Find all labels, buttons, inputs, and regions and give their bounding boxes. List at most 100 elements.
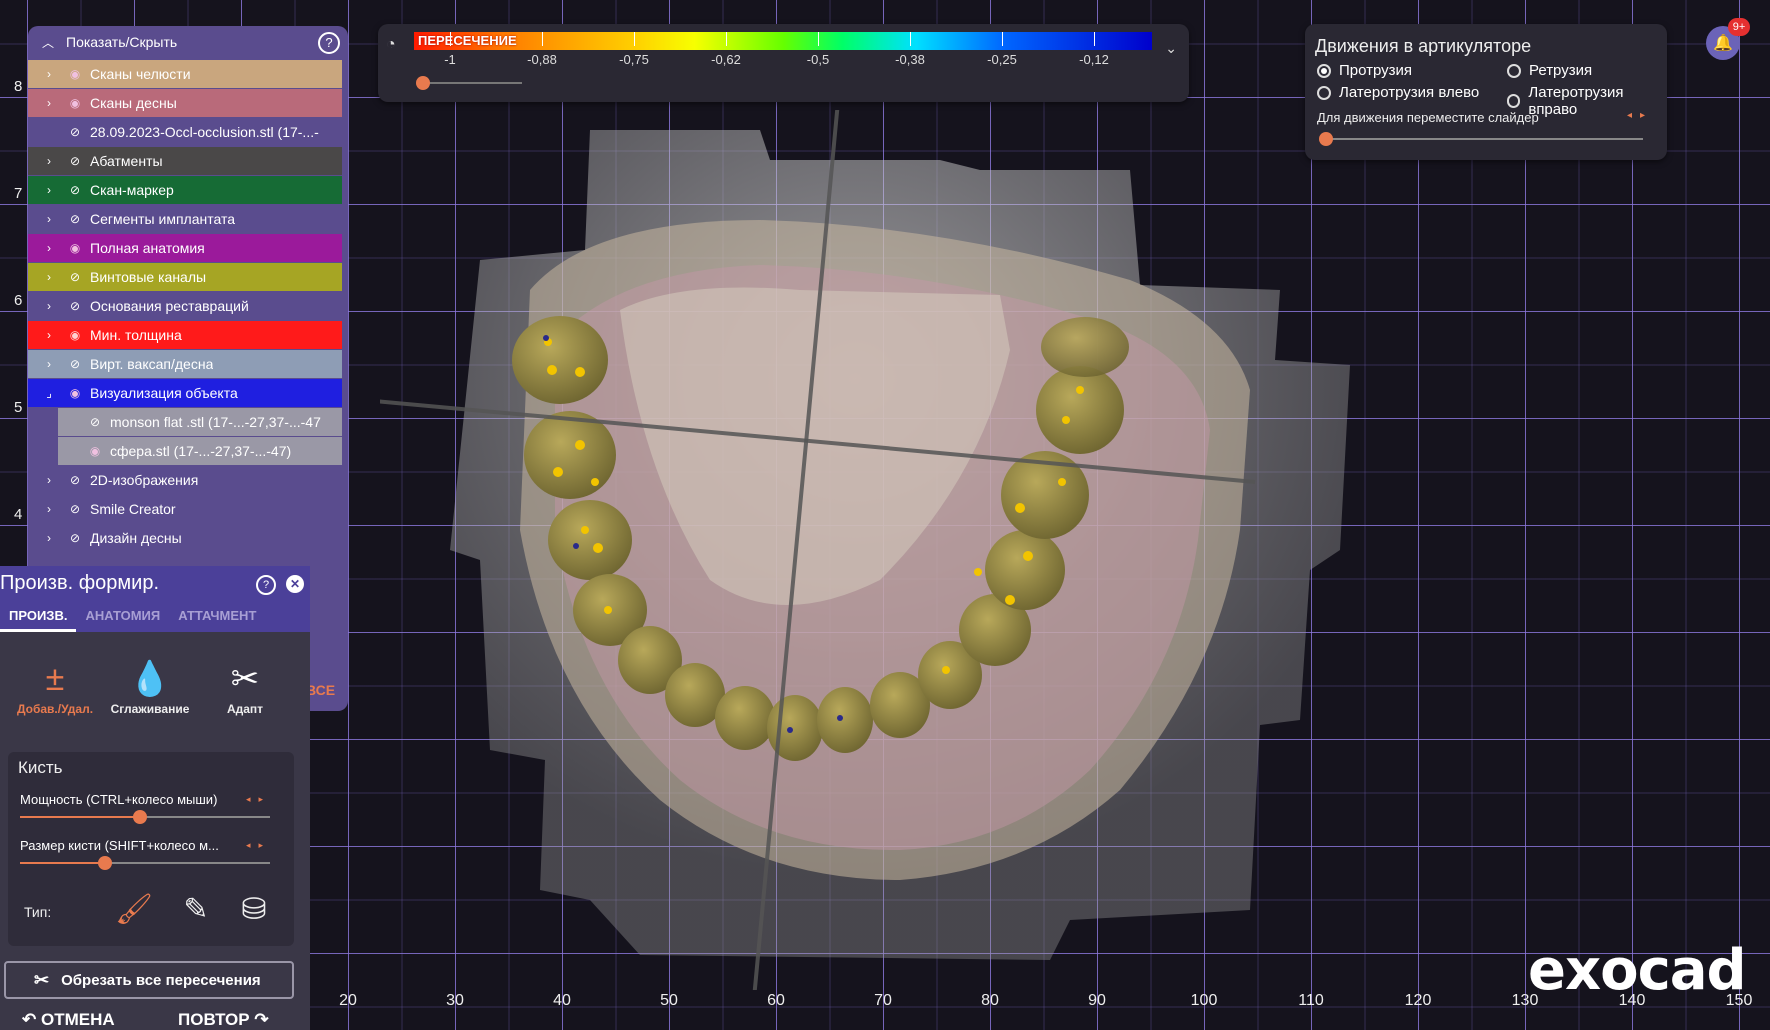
layer-row[interactable]: ⊘ monson flat .stl (17-...-27,37-...-47	[58, 408, 342, 436]
eye-off-icon[interactable]: ⊘	[66, 183, 84, 197]
tab-attachment[interactable]: АТТАЧМЕНТ	[169, 606, 265, 632]
layer-row[interactable]: › ⊘ Скан-маркер	[28, 176, 342, 204]
intersection-color-scale: ◔ ПЕРЕСЕЧЕНИЕ -1 -0,88 -0,75 -0,62 -0,5 -0,38…	[378, 24, 1189, 102]
movement-slider-handle[interactable]	[1319, 132, 1333, 146]
layer-row[interactable]: ◉ сфера.stl (17-...-27,37-...-47)	[58, 437, 342, 465]
exocad-logo: exocad	[1528, 938, 1747, 1003]
chevron-down-icon[interactable]: ⌄	[1165, 40, 1177, 57]
radio-button[interactable]	[1317, 63, 1331, 78]
collapse-icon[interactable]: ⌟	[42, 386, 56, 400]
paint-brush-icon[interactable]: ✎	[174, 888, 218, 932]
layer-label: Дизайн десны	[90, 530, 182, 546]
radio-protrusion[interactable]: Протрузия	[1317, 62, 1412, 79]
redo-button[interactable]: ПОВТОР ↷	[178, 1010, 269, 1030]
chevron-right-icon[interactable]: ›	[42, 241, 56, 255]
close-icon[interactable]: ✕	[286, 575, 304, 593]
tab-freeform[interactable]: ПРОИЗВ.	[0, 606, 77, 632]
layer-row[interactable]: › ⊘ Абатменты	[28, 147, 342, 175]
size-slider-handle[interactable]	[98, 856, 112, 870]
layer-row[interactable]: › ⊘ Smile Creator	[28, 495, 342, 523]
layer-row[interactable]: › ⊘ Основания реставраций	[28, 292, 342, 320]
eye-off-icon[interactable]: ⊘	[66, 357, 84, 371]
eye-off-icon[interactable]: ⊘	[66, 502, 84, 516]
eye-icon[interactable]: ◉	[66, 328, 84, 342]
eye-off-icon[interactable]: ⊘	[66, 270, 84, 284]
eye-icon[interactable]: ◉	[66, 241, 84, 255]
chevron-right-icon[interactable]: ›	[42, 357, 56, 371]
undo-button[interactable]: ↶ ОТМЕНА	[22, 1010, 115, 1030]
layer-row[interactable]: › ⊘ 2D-изображения	[28, 466, 342, 494]
strength-step-arrows[interactable]: ◂▸	[246, 794, 271, 805]
adapt-button[interactable]: ✂ Адапт	[195, 656, 295, 716]
layer-label: Основания реставраций	[90, 298, 249, 314]
radio-button[interactable]	[1317, 85, 1331, 100]
eye-off-icon[interactable]: ⊘	[66, 299, 84, 313]
chevron-right-icon[interactable]: ›	[42, 212, 56, 226]
eye-icon[interactable]: ◉	[66, 96, 84, 110]
layer-label: Винтовые каналы	[90, 269, 207, 285]
layer-label: Сканы десны	[90, 95, 177, 111]
chevron-right-icon[interactable]: ›	[42, 473, 56, 487]
layer-row[interactable]: ⌟ ◉ Визуализация объекта	[28, 379, 342, 407]
eye-off-icon[interactable]: ⊘	[66, 125, 84, 139]
tab-anatomy[interactable]: АНАТОМИЯ	[76, 606, 169, 632]
trim-all-intersections-button[interactable]: ✂ Обрезать все пересечения	[4, 961, 294, 999]
chevron-right-icon[interactable]: ›	[42, 183, 56, 197]
cylinder-icon[interactable]: ⛁	[232, 888, 276, 932]
layer-row[interactable]: › ◉ Сканы челюсти	[28, 60, 342, 88]
chevron-right-icon[interactable]: ›	[42, 67, 56, 81]
size-step-arrows[interactable]: ◂▸	[246, 840, 271, 851]
chevron-right-icon[interactable]: ›	[42, 299, 56, 313]
eye-off-icon[interactable]: ⊘	[86, 415, 104, 429]
layer-label: monson flat .stl (17-...-27,37-...-47	[110, 414, 321, 430]
layer-row[interactable]: › ⊘ Дизайн десны	[28, 524, 342, 552]
layer-label: Мин. толщина	[90, 327, 182, 343]
y-axis-tick-label: 7	[14, 185, 23, 202]
layer-label: Сегменты имплантата	[90, 211, 235, 227]
gauge-icon[interactable]: ◔	[386, 36, 406, 56]
eye-icon[interactable]: ◉	[66, 67, 84, 81]
jaw-3d-model[interactable]	[380, 110, 1410, 990]
eye-off-icon[interactable]: ⊘	[66, 154, 84, 168]
step-arrows[interactable]: ◂▸	[1627, 110, 1653, 121]
paint-roller-icon[interactable]: 🖌	[112, 888, 156, 932]
add-remove-button[interactable]: ± Добав./Удал.	[5, 656, 105, 716]
color-scale-label: ПЕРЕСЕЧЕНИЕ	[418, 33, 517, 48]
layer-row[interactable]: › ⊘ Сегменты имплантата	[28, 205, 342, 233]
eye-icon[interactable]: ◉	[66, 386, 84, 400]
chevron-right-icon[interactable]: ›	[42, 328, 56, 342]
layer-row[interactable]: › ◉ Полная анатомия	[28, 234, 342, 262]
color-scale-tick	[1002, 32, 1003, 46]
layer-row[interactable]: › ⊘ Вирт. ваксап/десна	[28, 350, 342, 378]
movement-slider-track[interactable]	[1325, 138, 1643, 140]
show-all-button[interactable]: ВСЕ	[306, 682, 335, 698]
chevron-up-icon[interactable]: ︿	[42, 34, 56, 51]
x-axis-tick-label: 100	[1190, 992, 1218, 1009]
smooth-button[interactable]: 💧 Сглаживание	[100, 656, 200, 716]
radio-retrusion[interactable]: Ретрузия	[1507, 62, 1592, 79]
layer-row[interactable]: ⊘ 28.09.2023-Occl-occlusion.stl (17-...-	[28, 118, 342, 146]
eye-off-icon[interactable]: ⊘	[66, 212, 84, 226]
threshold-slider-track[interactable]	[422, 82, 522, 84]
help-icon[interactable]: ?	[318, 32, 340, 54]
threshold-slider-handle[interactable]	[416, 76, 430, 90]
layer-row[interactable]: › ⊘ Винтовые каналы	[28, 263, 342, 291]
chevron-right-icon[interactable]: ›	[42, 270, 56, 284]
eye-icon[interactable]: ◉	[86, 444, 104, 458]
eye-off-icon[interactable]: ⊘	[66, 473, 84, 487]
chevron-right-icon[interactable]: ›	[42, 96, 56, 110]
chevron-right-icon[interactable]: ›	[42, 502, 56, 516]
radio-button[interactable]	[1507, 63, 1521, 78]
color-scale-tick-label: -0,12	[1079, 52, 1109, 67]
chevron-right-icon[interactable]: ›	[42, 154, 56, 168]
show-hide-header[interactable]: ︿ Показать/Скрыть ?	[28, 26, 348, 58]
radio-button[interactable]	[1507, 94, 1521, 108]
layer-row[interactable]: › ◉ Сканы десны	[28, 89, 342, 117]
chevron-right-icon[interactable]: ›	[42, 531, 56, 545]
help-icon[interactable]: ?	[256, 575, 276, 595]
layer-row[interactable]: › ◉ Мин. толщина	[28, 321, 342, 349]
brush-type-label: Тип:	[24, 904, 52, 920]
radio-laterotrusion-left[interactable]: Латеротрузия влево	[1317, 84, 1479, 101]
strength-slider-handle[interactable]	[133, 810, 147, 824]
eye-off-icon[interactable]: ⊘	[66, 531, 84, 545]
